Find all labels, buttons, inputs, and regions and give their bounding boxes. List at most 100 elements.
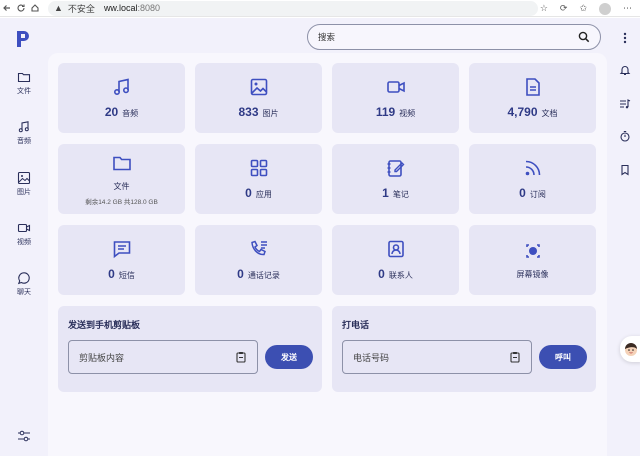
tile-count: 1 bbox=[382, 186, 389, 200]
tile-count: 0 bbox=[519, 186, 526, 200]
tile-sms[interactable]: 0 短信 bbox=[58, 225, 185, 295]
call-log-icon bbox=[250, 240, 267, 256]
tile-documents[interactable]: 4,790 文档 bbox=[469, 63, 596, 133]
security-label: 不安全 bbox=[67, 3, 95, 14]
tile-contacts[interactable]: 0 联系人 bbox=[332, 225, 459, 295]
tile-files[interactable]: 文件 剩余14.2 GB 共128.0 GB bbox=[58, 144, 185, 214]
clipboard-placeholder: 剪贴板内容 bbox=[79, 352, 125, 363]
back-icon[interactable] bbox=[0, 1, 14, 15]
tile-label: 订阅 bbox=[529, 190, 546, 199]
nav-item-chat[interactable]: 聊天 bbox=[0, 267, 48, 301]
clipboard-icon[interactable] bbox=[235, 351, 247, 363]
clipboard-title: 发送到手机剪贴板 bbox=[68, 320, 141, 330]
clipboard-input[interactable]: 剪贴板内容 bbox=[68, 340, 258, 374]
tile-images[interactable]: 833 图片 bbox=[195, 63, 322, 133]
favorites-icon[interactable]: ✩ bbox=[579, 3, 587, 14]
nav-item-files[interactable]: 文件 bbox=[0, 66, 48, 100]
clipboard-icon[interactable] bbox=[509, 351, 521, 363]
search-icon[interactable] bbox=[578, 31, 590, 43]
bookmark-icon[interactable] bbox=[617, 162, 633, 178]
tile-count: 0 bbox=[237, 267, 244, 281]
tile-count: 0 bbox=[245, 186, 252, 200]
tile-label: 通话记录 bbox=[247, 271, 280, 280]
storage-info: 剩余14.2 GB 共128.0 GB bbox=[85, 198, 158, 206]
phone-input[interactable]: 电话号码 bbox=[342, 340, 532, 374]
folder-icon bbox=[17, 72, 31, 83]
send-button[interactable]: 发送 bbox=[265, 345, 313, 369]
nav-label: 视频 bbox=[17, 239, 31, 246]
tile-screen-mirror[interactable]: 屏幕镜像 bbox=[469, 225, 596, 295]
music-icon bbox=[113, 78, 129, 96]
assistant-avatar[interactable] bbox=[620, 336, 640, 362]
app: 文件 音频 图片 视频 聊天 搜索 20 音频 833 图片 119 视频 4,… bbox=[0, 18, 640, 456]
nav-item-audio[interactable]: 音频 bbox=[0, 116, 48, 150]
tile-count: 20 bbox=[104, 105, 119, 119]
tile-label: 音频 bbox=[122, 109, 139, 118]
timer-icon[interactable] bbox=[617, 128, 633, 144]
music-icon bbox=[18, 121, 29, 133]
tile-label: 笔记 bbox=[392, 190, 409, 199]
call-title: 打电话 bbox=[342, 320, 370, 330]
tile-label: 联系人 bbox=[388, 271, 413, 280]
tile-label: 文档 bbox=[541, 109, 558, 118]
star-icon[interactable]: ☆ bbox=[540, 3, 548, 14]
warning-icon: ▲ bbox=[54, 3, 63, 13]
chat-icon bbox=[17, 272, 30, 285]
tile-count: 4,790 bbox=[507, 105, 538, 119]
address-bar[interactable]: ▲ 不安全 ww.local:8080 bbox=[48, 0, 538, 16]
call-button[interactable]: 呼叫 bbox=[539, 345, 587, 369]
tile-label: 短信 bbox=[118, 271, 135, 280]
tile-count: 119 bbox=[375, 105, 396, 119]
reload-icon[interactable] bbox=[14, 1, 28, 15]
tile-notes[interactable]: 1 笔记 bbox=[332, 144, 459, 214]
tile-video[interactable]: 119 视频 bbox=[332, 63, 459, 133]
tile-apps[interactable]: 0 应用 bbox=[195, 144, 322, 214]
right-toolbar bbox=[610, 18, 640, 456]
tile-subscriptions[interactable]: 0 订阅 bbox=[469, 144, 596, 214]
nav-label: 图片 bbox=[17, 189, 31, 196]
notes-icon bbox=[387, 160, 404, 177]
tile-call-log[interactable]: 0 通话记录 bbox=[195, 225, 322, 295]
nav-label: 文件 bbox=[17, 88, 31, 95]
folder-icon bbox=[112, 156, 131, 170]
nav-label: 聊天 bbox=[17, 289, 31, 296]
search-bar[interactable]: 搜索 bbox=[307, 24, 601, 50]
image-icon bbox=[250, 78, 267, 96]
tile-count: 0 bbox=[108, 267, 115, 281]
home-icon[interactable] bbox=[28, 1, 42, 15]
tile-label: 屏幕镜像 bbox=[516, 269, 549, 279]
tile-audio[interactable]: 20 音频 bbox=[58, 63, 185, 133]
tile-label: 图片 bbox=[262, 109, 279, 118]
tile-count: 0 bbox=[378, 267, 385, 281]
dashboard-panel: 20 音频 833 图片 119 视频 4,790 文档 文件 剩余14.2 GB 共1… bbox=[48, 53, 607, 456]
more-icon[interactable]: ⋯ bbox=[623, 3, 632, 14]
video-icon bbox=[17, 223, 31, 233]
sms-icon bbox=[113, 241, 130, 259]
tile-label: 视频 bbox=[399, 109, 416, 118]
phone-placeholder: 电话号码 bbox=[353, 352, 390, 363]
tile-count: 833 bbox=[238, 105, 259, 119]
left-nav: 文件 音频 图片 视频 聊天 bbox=[0, 18, 48, 456]
image-icon bbox=[17, 171, 31, 185]
tile-label: 文件 bbox=[113, 181, 130, 191]
screen-mirror-icon bbox=[525, 243, 540, 258]
browser-toolbar: ▲ 不安全 ww.local:8080 ☆ ⟳ ✩ ⋯ bbox=[0, 0, 640, 17]
nav-item-video[interactable]: 视频 bbox=[0, 217, 48, 251]
url-text: ww.local:8080 bbox=[103, 3, 160, 13]
settings-sliders-icon[interactable] bbox=[16, 428, 32, 444]
playlist-icon[interactable] bbox=[617, 96, 633, 112]
clipboard-card: 发送到手机剪贴板 剪贴板内容 发送 bbox=[58, 306, 322, 392]
call-card: 打电话 电话号码 呼叫 bbox=[332, 306, 596, 392]
bell-icon[interactable] bbox=[617, 62, 633, 78]
document-icon bbox=[525, 78, 540, 96]
nav-item-images[interactable]: 图片 bbox=[0, 167, 48, 201]
nav-label: 音频 bbox=[17, 138, 31, 145]
profile-avatar[interactable] bbox=[599, 2, 611, 15]
tile-label: 应用 bbox=[255, 190, 272, 199]
app-logo[interactable] bbox=[16, 30, 32, 48]
search-input[interactable]: 搜索 bbox=[318, 31, 578, 43]
rss-icon bbox=[525, 160, 540, 176]
apps-icon bbox=[250, 159, 267, 177]
extension-icon[interactable]: ⟳ bbox=[560, 3, 568, 14]
more-vert-icon[interactable] bbox=[617, 30, 633, 46]
